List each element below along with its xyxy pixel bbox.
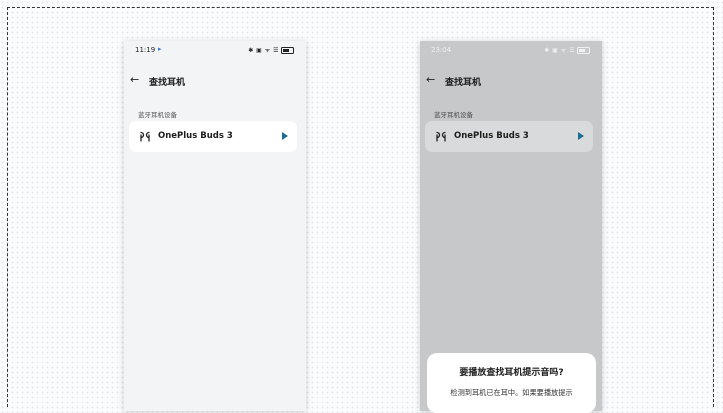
play-icon[interactable] xyxy=(578,132,584,140)
status-icons-text: ✱ ▣ ᯤ ☰ xyxy=(248,47,279,54)
status-bar: 11:19 ▸ ✱ ▣ ᯤ ☰ xyxy=(124,41,306,59)
battery-icon xyxy=(281,47,294,54)
app-header: ← 查找耳机 xyxy=(124,73,306,90)
status-icons: ✱ ▣ ᯤ ☰ xyxy=(544,46,590,54)
section-label: 蓝牙耳机设备 xyxy=(138,111,177,119)
page-title: 查找耳机 xyxy=(149,78,186,88)
device-name: OnePlus Buds 3 xyxy=(158,131,233,141)
status-icons-text: ✱ ▣ ᯤ ☰ xyxy=(544,47,575,54)
status-bar: 23:04 ✱ ▣ ᯤ ☰ xyxy=(420,41,602,59)
play-icon[interactable] xyxy=(282,132,288,140)
app-header: ← 查找耳机 xyxy=(420,73,602,90)
phone-screen-left: 11:19 ▸ ✱ ▣ ᯤ ☰ ← 查找耳机 蓝牙耳机设备 OnePlus Bu… xyxy=(124,41,306,411)
earbuds-icon xyxy=(436,131,446,142)
device-list-item[interactable]: OnePlus Buds 3 xyxy=(129,121,297,152)
dashed-frame xyxy=(7,7,714,407)
status-time: 23:04 xyxy=(431,46,452,54)
device-list-item[interactable]: OnePlus Buds 3 xyxy=(425,121,593,152)
device-name: OnePlus Buds 3 xyxy=(454,131,529,141)
earbuds-icon xyxy=(140,131,150,142)
section-label: 蓝牙耳机设备 xyxy=(434,111,473,119)
signal-icon: ▸ xyxy=(158,45,162,53)
play-sound-dialog: 要播放查找耳机提示音吗? 检测到耳机已在耳中。如果要播放提示 xyxy=(427,353,596,413)
dialog-message: 检测到耳机已在耳中。如果要播放提示 xyxy=(450,388,573,397)
back-arrow-icon[interactable]: ← xyxy=(130,73,139,86)
status-icons: ✱ ▣ ᯤ ☰ xyxy=(248,46,294,54)
page-title: 查找耳机 xyxy=(445,78,482,88)
battery-icon xyxy=(577,47,590,54)
status-time: 11:19 xyxy=(135,46,156,54)
back-arrow-icon[interactable]: ← xyxy=(426,73,435,86)
dialog-title: 要播放查找耳机提示音吗? xyxy=(459,368,564,378)
